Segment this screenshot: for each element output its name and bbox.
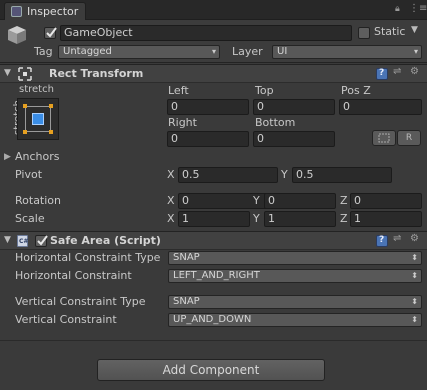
scale-label: Scale <box>15 212 45 225</box>
updown-arrows-icon: ⬍ <box>411 253 418 262</box>
scale-y-axis-label: Y <box>253 212 260 225</box>
pivot-y-axis-label: Y <box>281 168 288 181</box>
v-constraint-type-value: SNAP <box>173 296 200 307</box>
checkmark-icon <box>46 27 57 38</box>
tag-dropdown[interactable]: Untagged ▾ <box>58 45 220 59</box>
posz-field[interactable]: 0 <box>339 99 422 115</box>
pivot-y-field[interactable]: 0.5 <box>292 167 392 183</box>
v-constraint-value: UP_AND_DOWN <box>173 314 252 325</box>
rotation-x-axis-label: X <box>167 194 175 207</box>
pivot-x-field[interactable]: 0.5 <box>178 167 278 183</box>
tag-label: Tag <box>34 45 53 58</box>
rotation-y-field[interactable]: 0 <box>264 193 336 209</box>
v-constraint-type-label: Vertical Constraint Type <box>15 295 146 308</box>
scale-x-axis-label: X <box>167 212 175 225</box>
anchor-preset-top-label: stretch <box>19 84 54 95</box>
lock-icon[interactable]: 🔒︎ <box>395 4 405 15</box>
inspector-tab-icon <box>11 6 22 17</box>
chevron-down-icon: ▾ <box>211 47 216 56</box>
safe-area-enabled-checkbox[interactable] <box>35 235 48 247</box>
v-constraint-dropdown[interactable]: UP_AND_DOWN ⬍ <box>168 313 422 327</box>
bottom-field[interactable]: 0 <box>253 131 335 147</box>
static-checkbox[interactable] <box>358 27 370 39</box>
help-book-icon[interactable]: ? <box>376 235 388 247</box>
gear-icon[interactable]: ⚙ <box>410 66 419 77</box>
presets-sliders-icon[interactable]: ⇌ <box>393 66 401 77</box>
rect-transform-title: Rect Transform <box>49 67 144 80</box>
gear-icon[interactable]: ⚙ <box>410 233 419 244</box>
chevron-down-icon: ▾ <box>413 47 418 56</box>
inspector-tab-label: Inspector <box>27 5 79 18</box>
gameobject-active-checkbox[interactable] <box>44 27 57 39</box>
scale-z-field[interactable]: 1 <box>350 211 422 227</box>
v-constraint-type-dropdown[interactable]: SNAP ⬍ <box>168 295 422 309</box>
static-label: Static <box>374 25 406 38</box>
presets-sliders-icon[interactable]: ⇌ <box>393 233 401 244</box>
help-book-icon[interactable]: ? <box>376 68 388 80</box>
scale-y-field[interactable]: 1 <box>264 211 336 227</box>
right-field[interactable]: 0 <box>167 131 249 147</box>
safe-area-foldout-icon[interactable]: ▼ <box>4 235 13 245</box>
top-label: Top <box>255 84 274 97</box>
top-field[interactable]: 0 <box>253 99 335 115</box>
h-constraint-type-label: Horizontal Constraint Type <box>15 251 161 264</box>
pivot-label: Pivot <box>15 168 43 181</box>
raw-edit-button[interactable]: R <box>397 130 421 146</box>
add-component-button[interactable]: Add Component <box>97 359 325 381</box>
anchors-foldout-icon[interactable]: ▶ <box>4 152 11 162</box>
tag-dropdown-value: Untagged <box>63 46 112 57</box>
rotation-y-axis-label: Y <box>253 194 260 207</box>
anchor-corner-icon <box>23 104 27 108</box>
updown-arrows-icon: ⬍ <box>411 297 418 306</box>
h-constraint-value: LEFT_AND_RIGHT <box>173 270 260 281</box>
h-constraint-type-dropdown[interactable]: SNAP ⬍ <box>168 251 422 265</box>
scale-z-axis-label: Z <box>340 212 348 225</box>
rect-transform-foldout-icon[interactable]: ▼ <box>4 68 13 78</box>
updown-arrows-icon: ⬍ <box>411 315 418 324</box>
anchor-corner-icon <box>23 130 27 134</box>
checkmark-icon <box>37 235 48 246</box>
left-field[interactable]: 0 <box>167 99 249 115</box>
window-menu-icon[interactable]: ⋮≡ <box>409 3 427 15</box>
layer-label: Layer <box>232 45 263 58</box>
rotation-z-field[interactable]: 0 <box>350 193 422 209</box>
rotation-x-field[interactable]: 0 <box>178 193 278 209</box>
rect-transform-icon <box>18 67 32 81</box>
v-constraint-label: Vertical Constraint <box>15 313 117 326</box>
h-constraint-label: Horizontal Constraint <box>15 269 132 282</box>
section-divider <box>0 340 427 341</box>
safe-area-title: Safe Area (Script) <box>50 234 161 247</box>
left-label: Left <box>168 84 189 97</box>
script-icon: C# <box>17 235 28 247</box>
blueprint-mode-button[interactable] <box>372 130 396 146</box>
posz-label: Pos Z <box>341 84 371 97</box>
layer-dropdown[interactable]: UI ▾ <box>272 45 422 59</box>
h-constraint-dropdown[interactable]: LEFT_AND_RIGHT ⬍ <box>168 269 422 283</box>
rotation-label: Rotation <box>15 194 62 207</box>
h-constraint-type-value: SNAP <box>173 252 200 263</box>
anchors-label[interactable]: Anchors <box>15 150 60 163</box>
anchor-corner-icon <box>49 130 53 134</box>
gameobject-name-field[interactable]: GameObject <box>60 25 352 41</box>
rotation-z-axis-label: Z <box>340 194 348 207</box>
right-label: Right <box>168 116 197 129</box>
gameobject-cube-icon <box>8 26 26 44</box>
blueprint-icon <box>378 133 390 143</box>
updown-arrows-icon: ⬍ <box>411 271 418 280</box>
inspector-tab[interactable]: Inspector <box>4 2 86 20</box>
scale-x-field[interactable]: 1 <box>178 211 250 227</box>
static-dropdown-icon[interactable]: ▼ <box>411 25 418 35</box>
layer-dropdown-value: UI <box>277 46 288 57</box>
bottom-label: Bottom <box>255 116 296 129</box>
anchor-center-icon <box>32 113 44 125</box>
pivot-x-axis-label: X <box>167 168 175 181</box>
anchor-corner-icon <box>49 104 53 108</box>
